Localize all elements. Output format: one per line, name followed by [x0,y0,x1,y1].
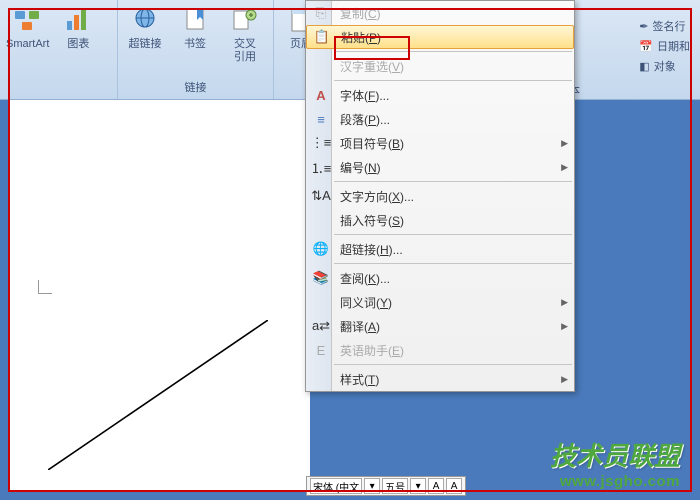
smartart-icon [12,4,44,36]
bookmark-button[interactable]: 书签 [174,4,216,51]
chart-label: 图表 [67,38,89,51]
crossref-button[interactable]: 交叉 引用 [224,4,266,64]
submenu-arrow-icon: ▶ [561,162,568,173]
mini-toolbar[interactable]: 宋体 (中文▾ 五号▾ A A [306,476,466,496]
textdir-icon: ⇅A [310,188,332,204]
crossref-icon [229,4,261,36]
object-icon: ◧ [639,60,649,73]
menu-separator [334,364,572,365]
smartart-label: SmartArt [6,38,49,51]
menu-textdir[interactable]: ⇅A 文字方向(X)... [306,184,574,208]
menu-lookup[interactable]: 📚 查阅(K)... [306,266,574,290]
menu-english-assist: E 英语助手(E) [306,338,574,362]
signature-button[interactable]: ✒签名行 [639,18,690,34]
margin-corner-mark [38,280,52,294]
menu-translate[interactable]: a⇄ 翻译(A) ▶ [306,314,574,338]
submenu-arrow-icon: ▶ [561,297,568,308]
bullets-icon: ⋮≡ [310,135,332,151]
crossref-label: 交叉 引用 [234,38,256,64]
pen-icon: ✒ [639,20,648,33]
menu-separator [334,80,572,81]
numbering-icon: ⒈≡ [310,158,332,177]
bookmark-icon [179,4,211,36]
chart-button[interactable]: 图表 [57,4,99,51]
chart-icon [62,4,94,36]
calendar-icon: 📅 [639,40,653,53]
submenu-arrow-icon: ▶ [561,374,568,385]
globe-link-icon [129,4,161,36]
menu-separator [334,263,572,264]
menu-hyperlink[interactable]: 🌐 超链接(H)... [306,237,574,261]
font-icon: A [310,88,332,103]
menu-styles[interactable]: 样式(T) ▶ [306,367,574,391]
menu-paste[interactable]: 📋 粘贴(P) [306,25,574,49]
menu-hanzi: 汉字重选(V) [306,54,574,78]
watermark-url: www.jsgho.com [550,473,680,490]
paste-icon: 📋 [311,29,333,45]
english-icon: E [310,343,332,358]
grow-font-icon[interactable]: A [428,478,444,494]
dropdown-icon[interactable]: ▾ [364,478,380,494]
translate-icon: a⇄ [310,318,332,334]
drawn-line [48,320,268,470]
lookup-icon: 📚 [310,270,332,286]
globe-icon: 🌐 [310,241,332,257]
smartart-button[interactable]: SmartArt [6,4,49,51]
object-button[interactable]: ◧对象 [639,58,690,74]
menu-synonyms[interactable]: 同义词(Y) ▶ [306,290,574,314]
menu-bullets[interactable]: ⋮≡ 项目符号(B) ▶ [306,131,574,155]
links-group-label: 链接 [124,79,267,95]
watermark-title: 技术员联盟 [550,436,680,473]
font-size-box[interactable]: 五号 [382,478,408,494]
shrink-font-icon[interactable]: A [446,478,462,494]
hyperlink-button[interactable]: 超链接 [124,4,166,51]
submenu-arrow-icon: ▶ [561,138,568,149]
menu-separator [334,51,572,52]
menu-separator [334,234,572,235]
dropdown-icon[interactable]: ▾ [410,478,426,494]
menu-paragraph[interactable]: ≡ 段落(P)... [306,107,574,131]
menu-copy: ⎘ 复制(C) [306,1,574,25]
font-name-box[interactable]: 宋体 (中文 [310,478,362,494]
hyperlink-label: 超链接 [129,38,162,51]
menu-symbol[interactable]: 插入符号(S) [306,208,574,232]
document-page[interactable] [10,100,310,490]
paragraph-icon: ≡ [310,112,332,127]
watermark: 技术员联盟 www.jsgho.com [550,436,680,490]
menu-numbering[interactable]: ⒈≡ 编号(N) ▶ [306,155,574,179]
context-menu: ⎘ 复制(C) 📋 粘贴(P) 汉字重选(V) A 字体(F)... ≡ 段落(… [305,0,575,392]
ribbon-right-panel: ✒签名行 📅日期和 ◧对象 [639,18,690,78]
copy-icon: ⎘ [310,5,332,21]
bookmark-label: 书签 [184,38,206,51]
menu-font[interactable]: A 字体(F)... [306,83,574,107]
submenu-arrow-icon: ▶ [561,321,568,332]
menu-separator [334,181,572,182]
datetime-button[interactable]: 📅日期和 [639,38,690,54]
